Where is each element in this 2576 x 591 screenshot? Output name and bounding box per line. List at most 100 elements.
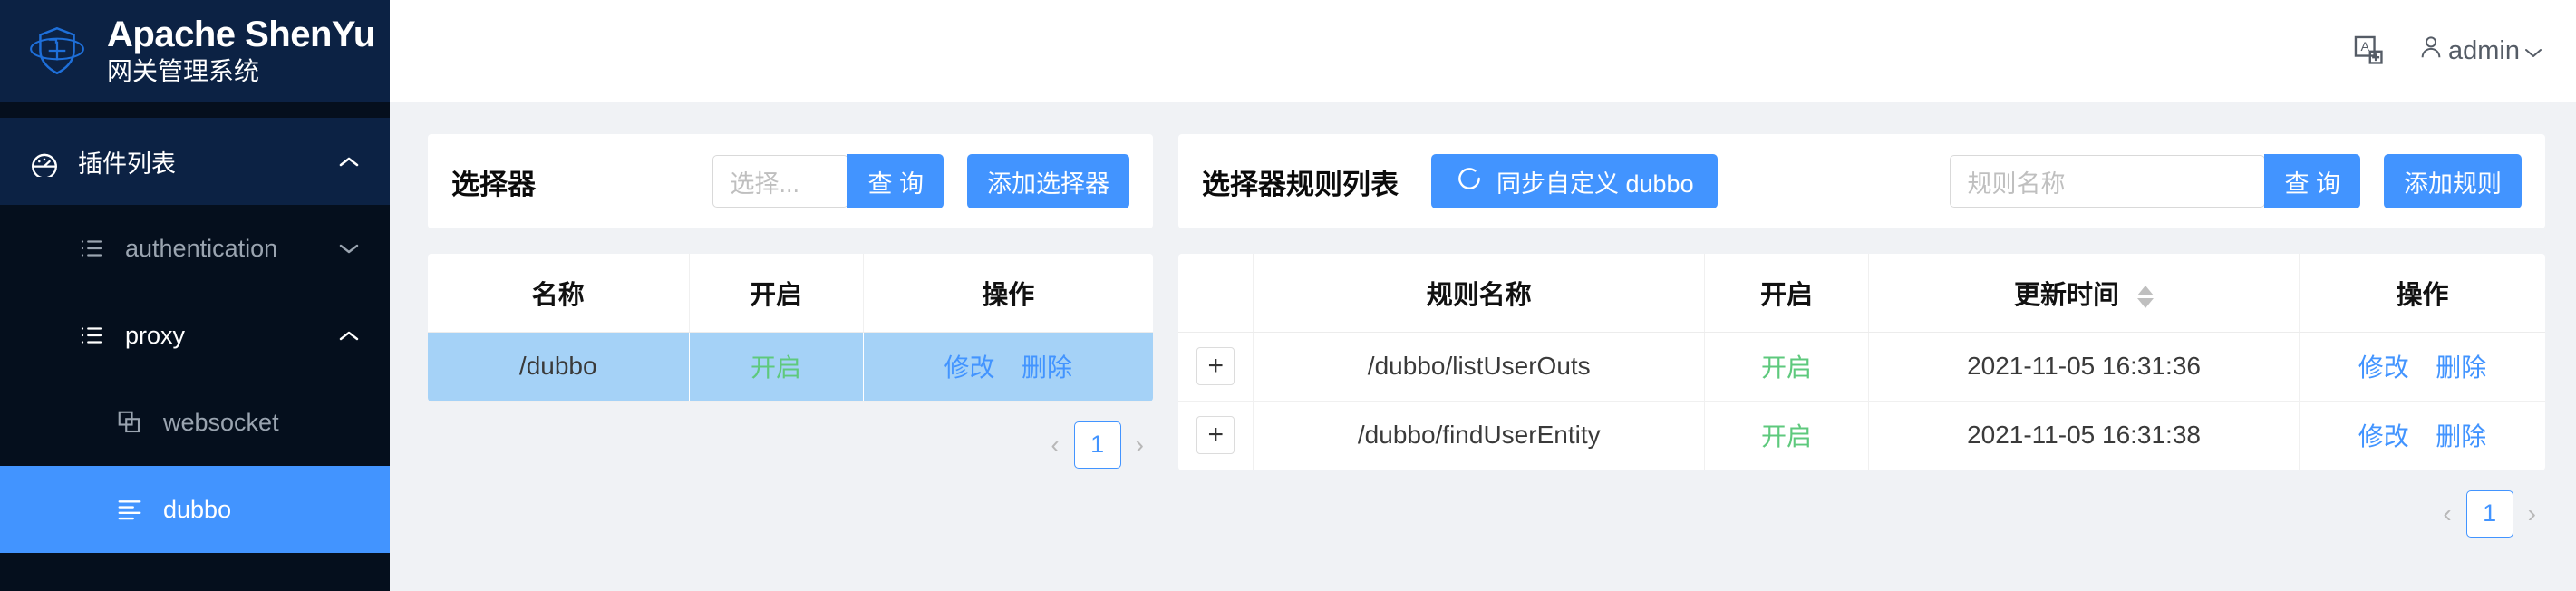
chevron-down-icon bbox=[2523, 36, 2543, 66]
selector-table-header-row: 名称 开启 操作 bbox=[428, 254, 1153, 333]
sidebar-item-websocket[interactable]: websocket bbox=[0, 379, 390, 466]
edit-link[interactable]: 修改 bbox=[944, 354, 994, 382]
rule-row-actions: 修改 删除 bbox=[2299, 332, 2545, 402]
brand-text: Apache ShenYu 网关管理系统 bbox=[107, 15, 375, 87]
rule-table: 规则名称 开启 更新时间 操作 + /dubbo/listUserOuts 开启… bbox=[1178, 254, 2545, 470]
sidebar-item-authentication[interactable]: authentication bbox=[0, 205, 390, 292]
rule-query-button[interactable]: 查 询 bbox=[2264, 154, 2360, 208]
sidebar-item-label: dubbo bbox=[163, 495, 232, 523]
rule-col-actions: 操作 bbox=[2299, 254, 2545, 333]
page-number-1[interactable]: 1 bbox=[1073, 421, 1121, 469]
plus-icon[interactable]: + bbox=[1196, 347, 1235, 385]
rule-row-name: /dubbo/listUserOuts bbox=[1253, 332, 1706, 402]
status-badge: 开启 bbox=[1761, 422, 1813, 451]
sidebar-group-plugin-list[interactable]: 插件列表 bbox=[0, 118, 390, 205]
status-badge: 开启 bbox=[1761, 354, 1813, 382]
shield-plus-logo-icon bbox=[27, 21, 87, 81]
rule-col-name: 规则名称 bbox=[1253, 254, 1706, 333]
selector-table: 名称 开启 操作 /dubbo 开启 修改 删除 bbox=[428, 254, 1153, 402]
sidebar-item-proxy[interactable]: proxy bbox=[0, 292, 390, 379]
list-icon bbox=[78, 322, 105, 349]
sync-dubbo-button[interactable]: 同步自定义 dubbo bbox=[1431, 154, 1718, 208]
delete-link[interactable]: 删除 bbox=[2436, 422, 2486, 451]
rule-col-updated[interactable]: 更新时间 bbox=[1868, 254, 2300, 333]
table-row[interactable]: + /dubbo/findUserEntity 开启 2021-11-05 16… bbox=[1178, 401, 2545, 470]
rule-row-status: 开启 bbox=[1704, 401, 1870, 470]
rule-table-element: 规则名称 开启 更新时间 操作 + /dubbo/listUserOuts 开启… bbox=[1178, 254, 2545, 470]
rule-row-status: 开启 bbox=[1704, 332, 1870, 402]
edit-link[interactable]: 修改 bbox=[2358, 422, 2409, 451]
selector-pagination: ‹ 1 › bbox=[428, 402, 1153, 469]
align-left-icon bbox=[116, 496, 143, 523]
sidebar: Apache ShenYu 网关管理系统 插件列表 authentication… bbox=[0, 0, 390, 591]
delete-link[interactable]: 删除 bbox=[2436, 354, 2486, 382]
chevron-down-icon[interactable] bbox=[339, 243, 359, 255]
selector-panel: 选择器 选择... 查 询 添加选择器 名称 开启 操作 /dubbo 开启 修… bbox=[428, 134, 1153, 591]
list-icon bbox=[78, 235, 105, 262]
brand-subtitle: 网关管理系统 bbox=[107, 56, 260, 85]
sidebar-item-label: authentication bbox=[125, 234, 278, 262]
rule-row-expand: + bbox=[1178, 401, 1254, 470]
rule-row-expand: + bbox=[1178, 332, 1254, 402]
sidebar-item-label: websocket bbox=[163, 408, 279, 436]
delete-link[interactable]: 删除 bbox=[1022, 354, 1072, 382]
rule-row-name: /dubbo/findUserEntity bbox=[1253, 401, 1706, 470]
rule-row-updated: 2021-11-05 16:31:36 bbox=[1868, 332, 2300, 402]
selector-query-button[interactable]: 查 询 bbox=[847, 154, 944, 208]
rule-row-updated: 2021-11-05 16:31:38 bbox=[1868, 401, 2300, 470]
sort-updown-icon[interactable] bbox=[2137, 285, 2155, 308]
chevron-up-icon[interactable] bbox=[339, 330, 359, 342]
chevron-up-icon[interactable] bbox=[339, 156, 359, 168]
selector-col-status: 开启 bbox=[689, 254, 864, 333]
rule-panel: 选择器规则列表 同步自定义 dubbo 规则名称 查 询 添加规则 规则名称 开… bbox=[1178, 134, 2545, 591]
selector-row-status: 开启 bbox=[689, 332, 864, 402]
rule-table-header-row: 规则名称 开启 更新时间 操作 bbox=[1178, 254, 2545, 333]
translate-icon[interactable]: A bbox=[2352, 34, 2387, 68]
brand-title: Apache ShenYu bbox=[107, 14, 375, 54]
dashboard-icon bbox=[29, 146, 60, 177]
edit-link[interactable]: 修改 bbox=[2358, 354, 2409, 382]
chevron-right-icon[interactable]: › bbox=[1136, 431, 1144, 460]
rule-search-input[interactable]: 规则名称 bbox=[1950, 155, 2266, 208]
page-number-1[interactable]: 1 bbox=[2465, 489, 2513, 538]
copy-icon bbox=[116, 409, 143, 436]
chevron-left-icon[interactable]: ‹ bbox=[1051, 431, 1059, 460]
selector-search-input[interactable]: 选择... bbox=[712, 155, 849, 208]
topbar: A admin bbox=[390, 0, 2576, 102]
main-area: A admin 选择器 选择... 查 询 添加选择器 名称 开启 操作 /du… bbox=[390, 0, 2576, 591]
user-name: admin bbox=[2448, 35, 2520, 65]
status-badge: 开启 bbox=[750, 354, 801, 382]
selector-table-element: 名称 开启 操作 /dubbo 开启 修改 删除 bbox=[428, 254, 1153, 402]
plus-icon[interactable]: + bbox=[1196, 416, 1235, 454]
add-selector-button[interactable]: 添加选择器 bbox=[967, 154, 1129, 208]
table-row[interactable]: /dubbo 开启 修改 删除 bbox=[428, 332, 1153, 402]
rule-row-actions: 修改 删除 bbox=[2299, 401, 2545, 470]
chevron-left-icon[interactable]: ‹ bbox=[2443, 499, 2451, 528]
selector-col-actions: 操作 bbox=[863, 254, 1153, 333]
sidebar-menu: 插件列表 authentication proxy websocket dubb… bbox=[0, 102, 390, 591]
content-area: 选择器 选择... 查 询 添加选择器 名称 开启 操作 /dubbo 开启 修… bbox=[390, 102, 2576, 591]
add-rule-button[interactable]: 添加规则 bbox=[2384, 154, 2522, 208]
selector-panel-header: 选择器 选择... 查 询 添加选择器 bbox=[428, 134, 1153, 228]
rule-col-expand bbox=[1178, 254, 1254, 333]
rule-pagination: ‹ 1 › bbox=[1178, 470, 2545, 538]
selector-row-name: /dubbo bbox=[428, 332, 690, 402]
rule-col-updated-label: 更新时间 bbox=[2013, 280, 2119, 310]
user-icon bbox=[2417, 32, 2445, 70]
rule-panel-header: 选择器规则列表 同步自定义 dubbo 规则名称 查 询 添加规则 bbox=[1178, 134, 2545, 228]
refresh-icon bbox=[1455, 164, 1484, 199]
table-row[interactable]: + /dubbo/listUserOuts 开启 2021-11-05 16:3… bbox=[1178, 332, 2545, 402]
selector-col-name: 名称 bbox=[428, 254, 690, 333]
sync-dubbo-label: 同步自定义 dubbo bbox=[1496, 170, 1694, 198]
brand-header: Apache ShenYu 网关管理系统 bbox=[0, 0, 390, 102]
user-menu[interactable]: admin bbox=[2417, 32, 2543, 70]
selector-panel-title: 选择器 bbox=[451, 168, 536, 200]
sidebar-item-label: proxy bbox=[125, 321, 186, 349]
rule-panel-title: 选择器规则列表 bbox=[1202, 168, 1399, 200]
sidebar-group-label: 插件列表 bbox=[78, 150, 176, 178]
sidebar-item-dubbo[interactable]: dubbo bbox=[0, 466, 390, 553]
chevron-right-icon[interactable]: › bbox=[2528, 499, 2536, 528]
app-root: Apache ShenYu 网关管理系统 插件列表 authentication… bbox=[0, 0, 2576, 591]
svg-text:A: A bbox=[2360, 40, 2369, 54]
rule-col-status: 开启 bbox=[1704, 254, 1870, 333]
